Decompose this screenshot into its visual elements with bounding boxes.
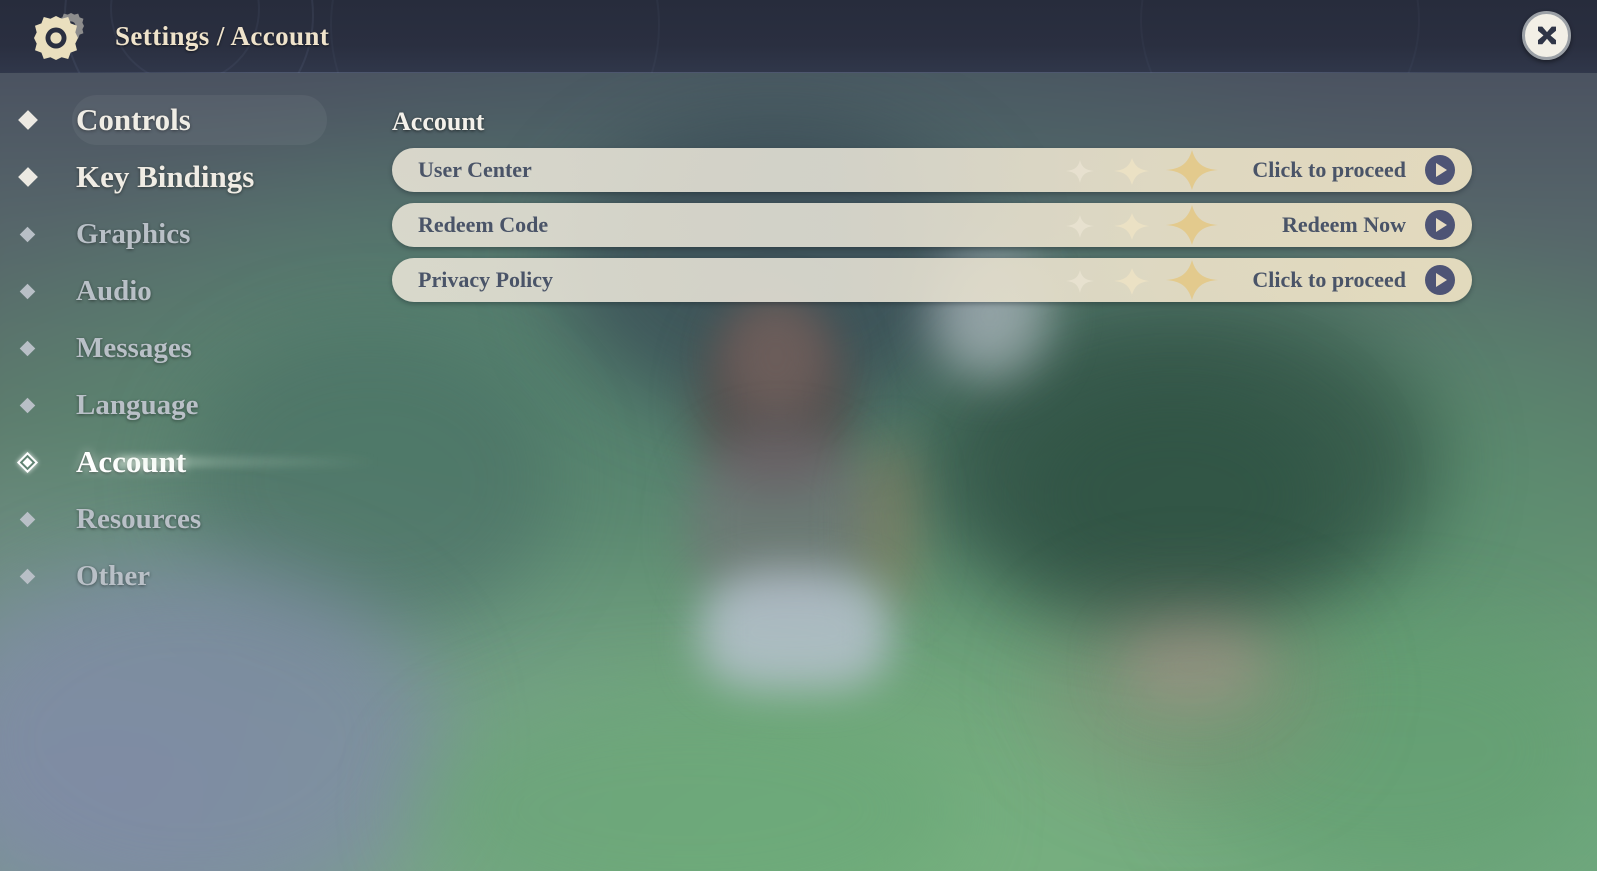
diamond-bullet-icon (19, 340, 36, 356)
page-title: Account (392, 107, 485, 136)
sidebar-item-label: Resources (76, 502, 202, 535)
row-action-label: Click to proceed (1252, 267, 1406, 292)
sidebar-item-resources[interactable]: Resources (0, 496, 392, 542)
sidebar-item-audio[interactable]: Audio (0, 268, 392, 314)
sidebar-item-label: Audio (76, 274, 152, 307)
settings-screen: Settings / Account Controls Key Bindings… (0, 0, 1597, 871)
sidebar-item-other[interactable]: Other (0, 553, 392, 599)
account-panel: Account User Center Click to proceed Red… (392, 73, 1597, 871)
row-label: Privacy Policy (418, 267, 554, 292)
gear-icon (31, 10, 93, 64)
sidebar-item-label: Other (76, 559, 151, 592)
row-redeem-code[interactable]: Redeem Code Redeem Now (392, 203, 1472, 247)
breadcrumb-root[interactable]: Settings (115, 21, 210, 51)
close-icon (1537, 26, 1556, 44)
settings-category-sidebar: Controls Key Bindings Graphics Audio Mes… (0, 73, 392, 871)
sidebar-item-messages[interactable]: Messages (0, 325, 392, 371)
row-privacy-policy[interactable]: Privacy Policy Click to proceed (392, 258, 1472, 302)
chevron-right-icon[interactable] (1425, 155, 1455, 185)
sidebar-item-language[interactable]: Language (0, 382, 392, 428)
chevron-right-icon[interactable] (1425, 265, 1455, 295)
sidebar-item-label: Account (76, 444, 187, 479)
sidebar-item-controls[interactable]: Controls (0, 95, 392, 145)
sidebar-item-label: Messages (76, 331, 192, 364)
account-option-list: User Center Click to proceed Redeem Code… (392, 148, 1472, 313)
sidebar-item-label: Graphics (76, 217, 191, 250)
row-label: Redeem Code (418, 212, 549, 237)
diamond-bullet-icon (18, 110, 38, 130)
row-user-center[interactable]: User Center Click to proceed (392, 148, 1472, 192)
breadcrumb-current: Account (230, 21, 330, 51)
sidebar-item-account[interactable]: Account (0, 439, 392, 485)
row-action-label: Redeem Now (1281, 212, 1406, 237)
diamond-bullet-icon (19, 283, 36, 299)
header-divider (0, 72, 1597, 73)
sidebar-item-label: Controls (76, 102, 191, 137)
row-label: User Center (418, 157, 532, 182)
diamond-bullet-icon (18, 167, 38, 187)
diamond-bullet-icon (19, 511, 36, 527)
row-action-label: Click to proceed (1252, 157, 1406, 182)
chevron-right-icon[interactable] (1425, 210, 1455, 240)
close-button[interactable] (1522, 11, 1571, 60)
diamond-bullet-icon (16, 451, 39, 473)
diamond-bullet-icon (19, 397, 36, 413)
diamond-bullet-icon (19, 226, 36, 242)
sidebar-item-label: Language (76, 388, 199, 421)
sidebar-item-graphics[interactable]: Graphics (0, 211, 392, 257)
sidebar-item-label: Key Bindings (76, 159, 255, 194)
diamond-bullet-icon (19, 568, 36, 584)
breadcrumb-separator: / (216, 21, 225, 51)
breadcrumb: Settings / Account (115, 21, 329, 52)
header-bar: Settings / Account (0, 0, 1597, 73)
sidebar-item-key-bindings[interactable]: Key Bindings (0, 154, 392, 200)
